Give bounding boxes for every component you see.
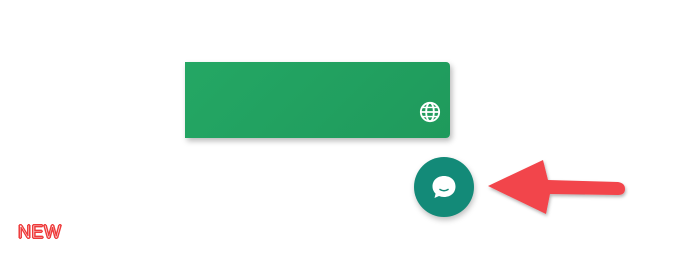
new-badge: NEW — [18, 222, 62, 243]
screenshot-stage: NEW — [0, 0, 696, 266]
annotation-arrow — [488, 160, 625, 214]
language-button[interactable] — [418, 100, 442, 124]
green-banner — [185, 62, 450, 138]
chat-button[interactable] — [414, 157, 474, 217]
chat-bubble-icon — [432, 176, 456, 198]
globe-icon — [419, 101, 441, 123]
